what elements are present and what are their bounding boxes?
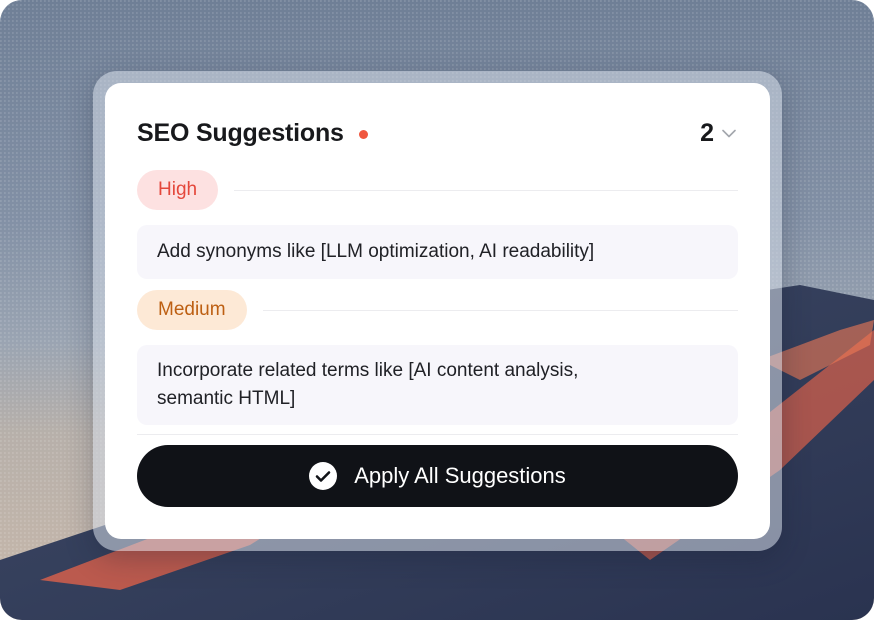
priority-badge-medium: Medium	[137, 290, 247, 330]
footer-divider	[137, 434, 738, 435]
suggestion-item-high[interactable]: Add synonyms like [LLM optimization, AI …	[137, 225, 738, 279]
suggestion-item-medium[interactable]: Incorporate related terms like [AI conte…	[137, 345, 738, 425]
suggestion-count: 2	[700, 118, 714, 147]
apply-all-label: Apply All Suggestions	[354, 463, 566, 488]
section-divider	[262, 309, 738, 311]
chevron-down-icon[interactable]	[720, 124, 738, 142]
check-circle-icon	[309, 462, 338, 490]
apply-all-button[interactable]: Apply All Suggestions	[137, 445, 738, 507]
section-medium: Medium	[137, 289, 738, 331]
priority-badge-high: High	[137, 170, 219, 210]
status-dot-icon	[358, 129, 368, 139]
panel-header: SEO Suggestions 2	[137, 113, 738, 153]
section-high: High	[137, 169, 738, 211]
panel-title: SEO Suggestions	[137, 118, 344, 147]
section-divider	[234, 189, 738, 191]
seo-suggestions-panel: SEO Suggestions 2 High Add synonyms like…	[105, 83, 770, 539]
